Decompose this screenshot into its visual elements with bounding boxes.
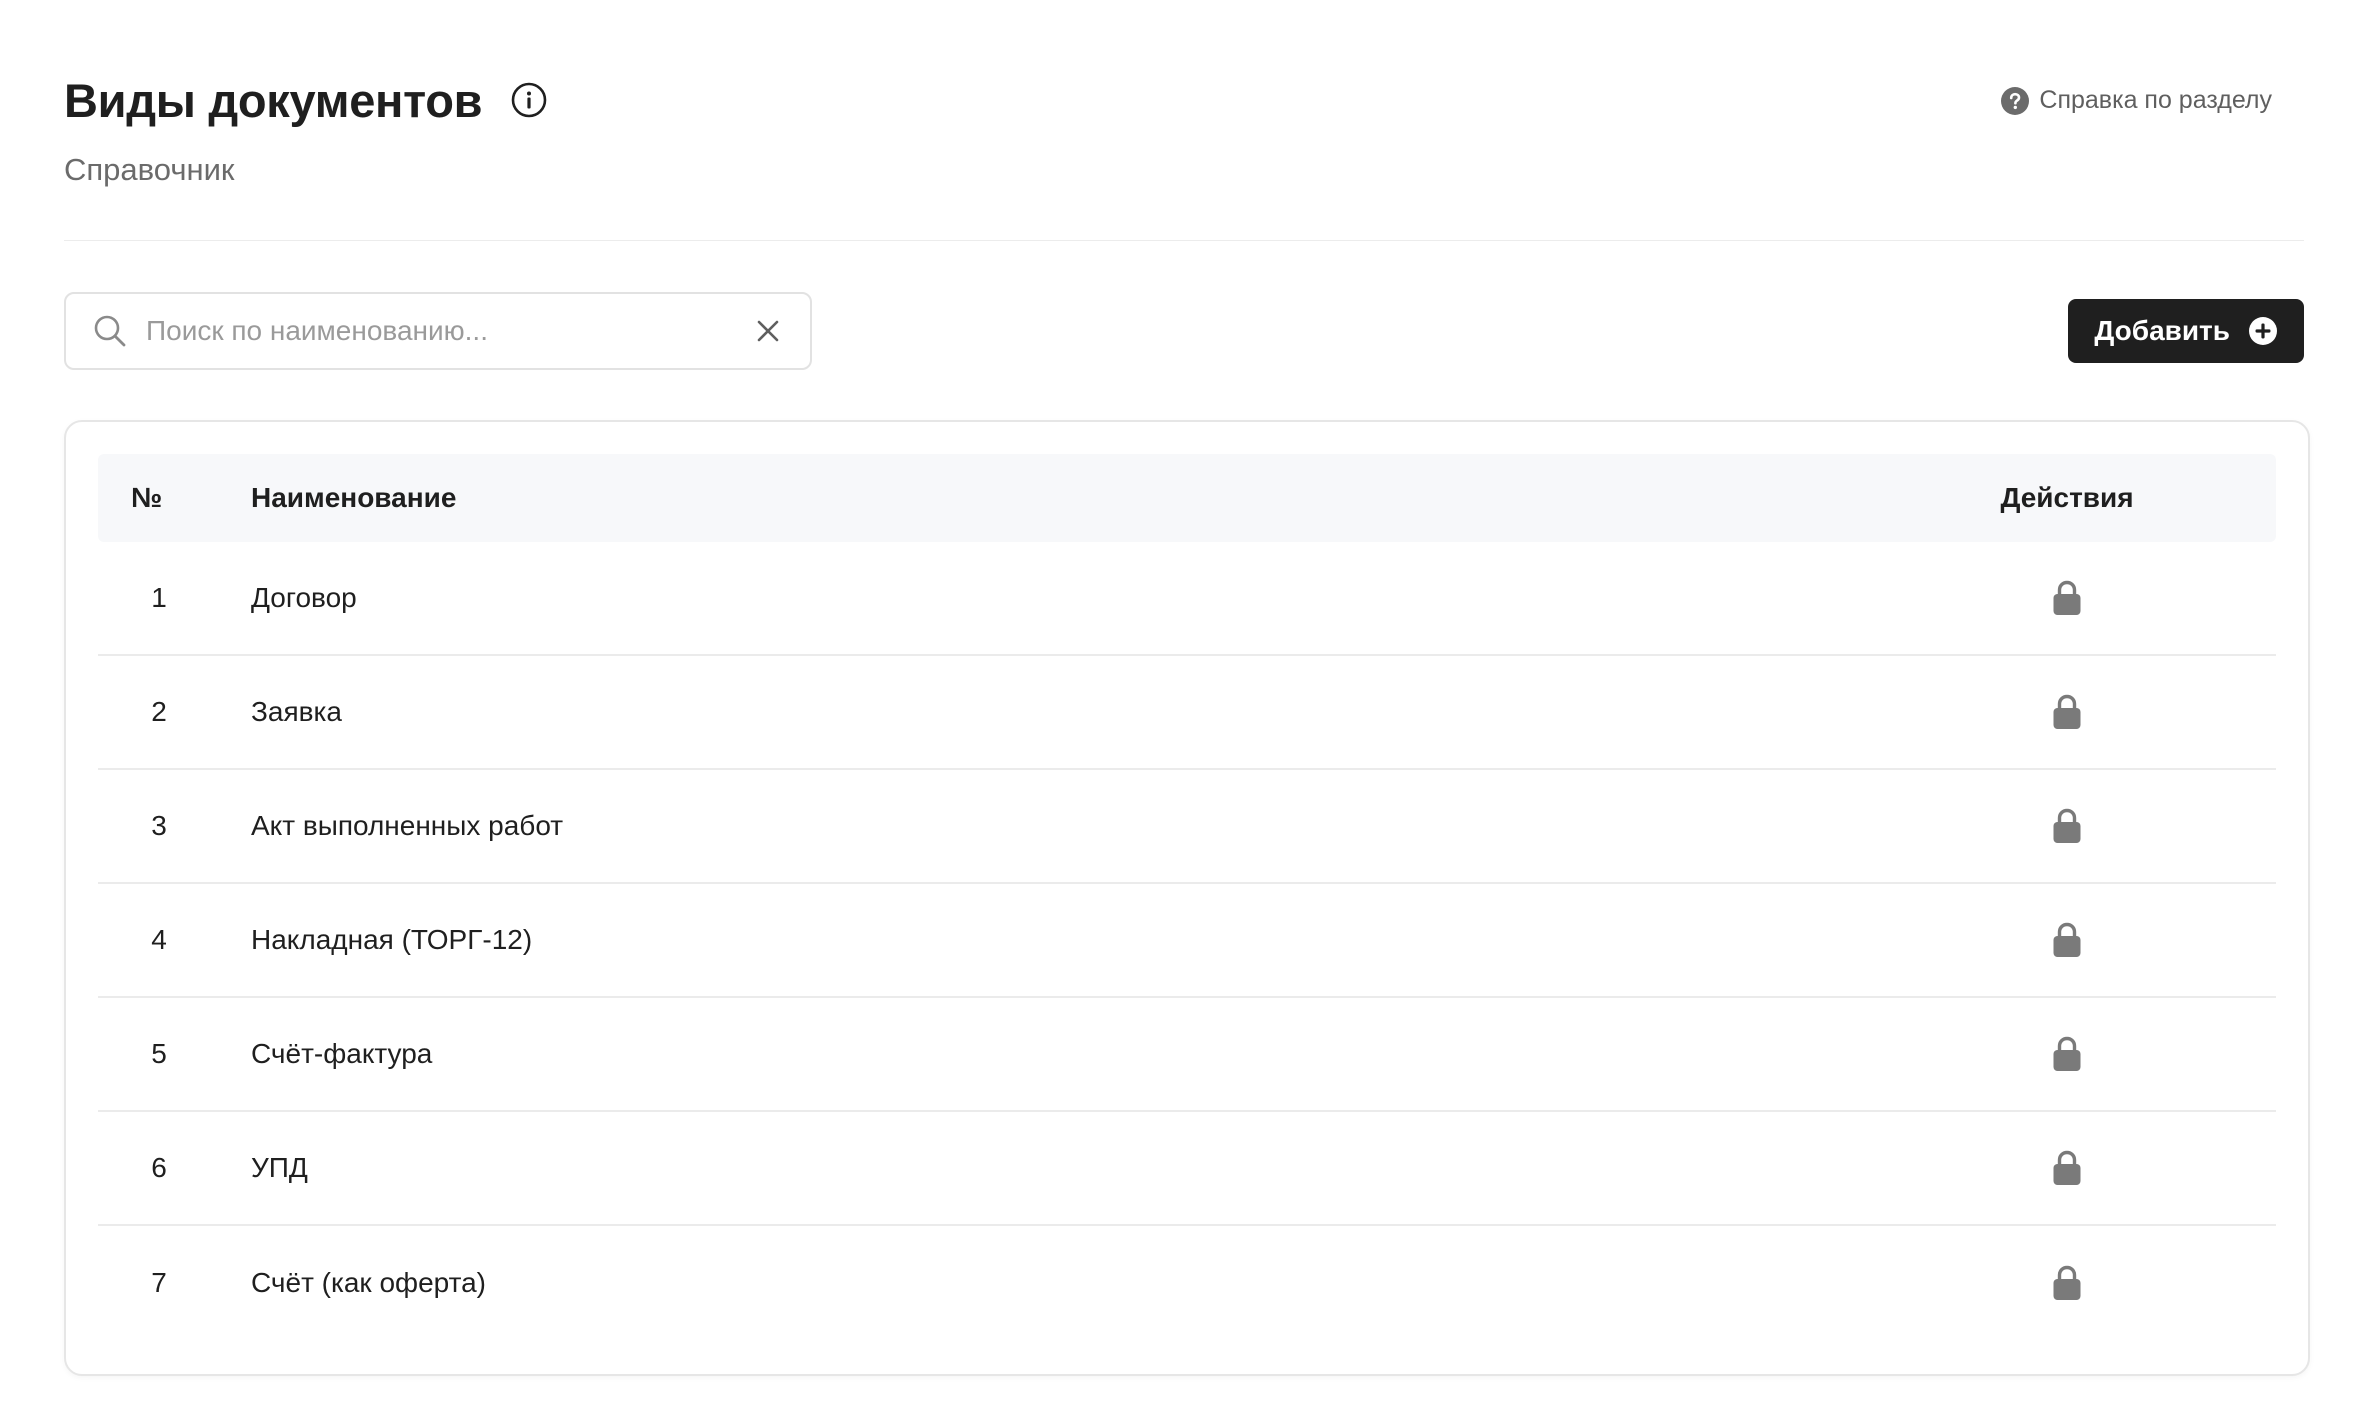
row-actions [1858,1035,2276,1073]
lock-icon [2052,921,2082,959]
row-actions [1858,1264,2276,1302]
close-icon[interactable] [754,317,782,345]
row-name: Счёт-фактура [251,1038,433,1069]
row-number: 6 [151,1152,167,1183]
row-number: 4 [151,924,167,955]
table-header: № Наименование Действия [98,454,2276,542]
search-icon [92,313,128,349]
help-link-label: Справка по разделу [2039,86,2272,114]
row-name: Договор [251,582,357,613]
table-row: 4 Накладная (ТОРГ-12) [98,884,2276,998]
page-subtitle: Справочник [64,152,235,187]
row-actions [1858,921,2276,959]
info-icon[interactable] [510,81,548,119]
row-actions [1858,807,2276,845]
table-row: 7 Счёт (как оферта) [98,1226,2276,1340]
row-number: 2 [151,696,167,727]
row-actions [1858,1149,2276,1187]
header-divider [64,240,2304,241]
table-row: 2 Заявка [98,656,2276,770]
search-input[interactable] [146,311,754,351]
table-row: 3 Акт выполненных работ [98,770,2276,884]
document-types-table: № Наименование Действия 1 Договор 2 Заяв… [98,454,2276,1340]
row-name: Акт выполненных работ [251,810,564,841]
row-number: 7 [151,1267,167,1298]
column-header-name: Наименование [251,482,457,513]
table-row: 6 УПД [98,1112,2276,1226]
plus-circle-icon [2248,316,2278,346]
lock-icon [2052,693,2082,731]
add-button-label: Добавить [2094,315,2230,346]
page-header: Виды документов Справочник Справка по ра… [64,60,2304,187]
help-link[interactable]: Справка по разделу [2001,86,2272,115]
page-title: Виды документов [64,73,483,127]
add-button[interactable]: Добавить [2068,299,2304,363]
lock-icon [2052,1149,2082,1187]
lock-icon [2052,1264,2082,1302]
table-body: 1 Договор 2 Заявка 3 Акт выполненных раб… [98,542,2276,1340]
row-number: 1 [151,582,167,613]
row-name: УПД [251,1152,308,1183]
lock-icon [2052,579,2082,617]
row-actions [1858,579,2276,617]
table-card: № Наименование Действия 1 Договор 2 Заяв… [64,420,2310,1376]
column-header-actions: Действия [2000,482,2134,513]
row-name: Счёт (как оферта) [251,1267,487,1298]
question-circle-icon [2001,86,2030,115]
title-row: Виды документов [64,60,2304,140]
row-name: Заявка [251,696,342,727]
search-box[interactable] [64,292,812,370]
row-number: 3 [151,810,167,841]
column-header-number: № [131,482,163,513]
table-row: 5 Счёт-фактура [98,998,2276,1112]
lock-icon [2052,1035,2082,1073]
lock-icon [2052,807,2082,845]
table-row: 1 Договор [98,542,2276,656]
row-actions [1858,693,2276,731]
row-name: Накладная (ТОРГ-12) [251,924,533,955]
row-number: 5 [151,1038,167,1069]
